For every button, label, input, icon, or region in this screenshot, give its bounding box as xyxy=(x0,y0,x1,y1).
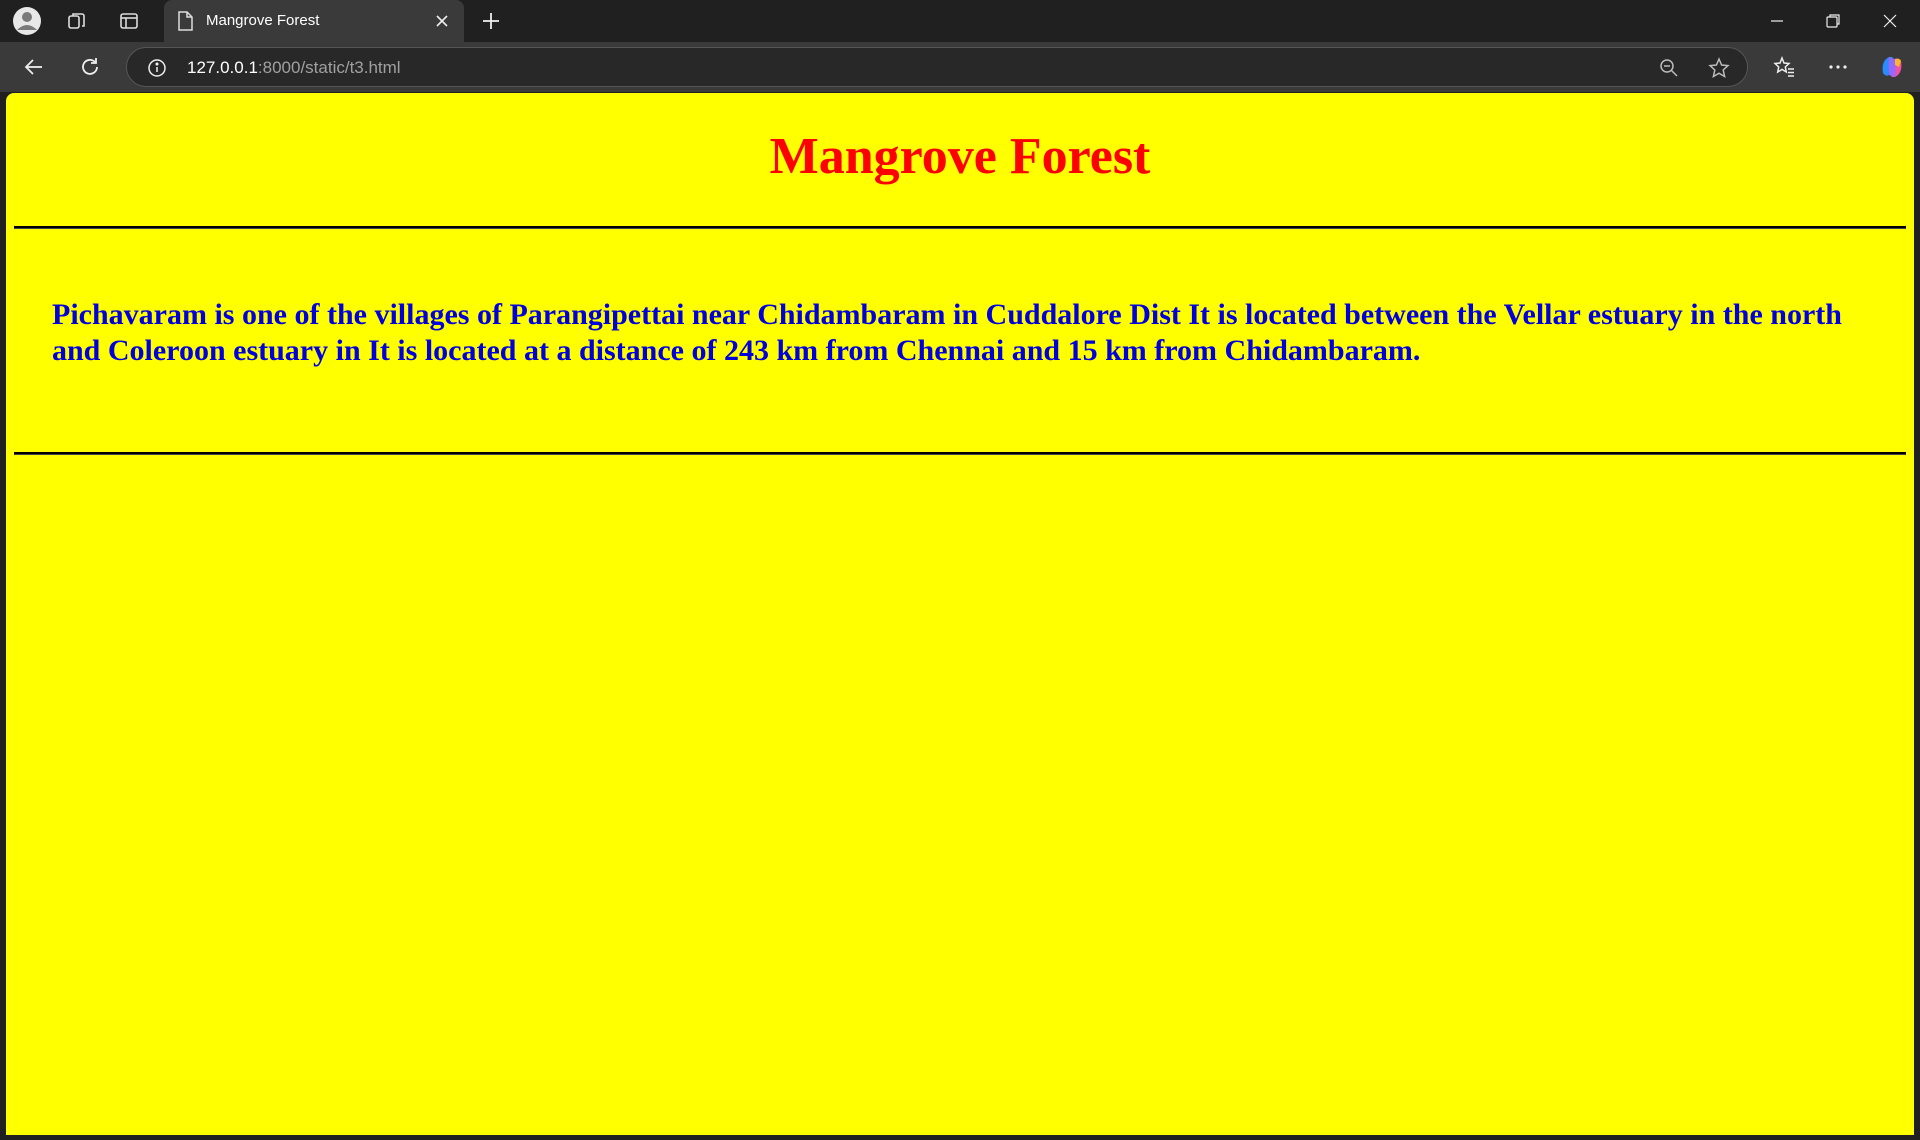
more-icon[interactable] xyxy=(1820,49,1856,85)
favorites-icon[interactable] xyxy=(1766,49,1802,85)
star-icon[interactable] xyxy=(1707,56,1731,80)
url-path: :8000/static/t3.html xyxy=(257,58,401,77)
workspaces-icon[interactable] xyxy=(60,4,94,38)
refresh-icon[interactable] xyxy=(72,49,108,85)
url-host: 127.0.0.1 xyxy=(187,58,258,77)
description-paragraph: Pichavaram is one of the villages of Par… xyxy=(52,298,1842,367)
page-title: Mangrove Forest xyxy=(769,128,1151,185)
profile-icon[interactable] xyxy=(10,4,44,38)
zoom-out-icon[interactable] xyxy=(1657,56,1681,80)
copilot-icon[interactable] xyxy=(1874,49,1910,85)
sidebar-icon[interactable] xyxy=(112,4,146,38)
restore-icon[interactable] xyxy=(1805,0,1861,42)
plus-icon[interactable] xyxy=(476,6,506,36)
toolbar: 127.0.0.1:8000/static/t3.html xyxy=(0,42,1920,92)
tab-mangrove-forest[interactable]: Mangrove Forest xyxy=(164,0,464,42)
page-viewport: Mangrove Forest Pichavaram is one of the… xyxy=(6,93,1914,1135)
tab-strip: Mangrove Forest xyxy=(0,0,1920,42)
close-window-icon[interactable] xyxy=(1862,0,1918,42)
address-bar[interactable]: 127.0.0.1:8000/static/t3.html xyxy=(126,47,1748,87)
minimize-icon[interactable] xyxy=(1749,0,1805,42)
url-text: 127.0.0.1:8000/static/t3.html xyxy=(187,58,401,78)
close-icon[interactable] xyxy=(430,9,454,33)
horizontal-rule-bottom xyxy=(14,452,1906,455)
back-icon[interactable] xyxy=(16,49,52,85)
horizontal-rule-top xyxy=(14,226,1906,229)
page-icon xyxy=(176,11,194,31)
info-icon[interactable] xyxy=(145,56,169,80)
tab-title: Mangrove Forest xyxy=(206,12,320,29)
